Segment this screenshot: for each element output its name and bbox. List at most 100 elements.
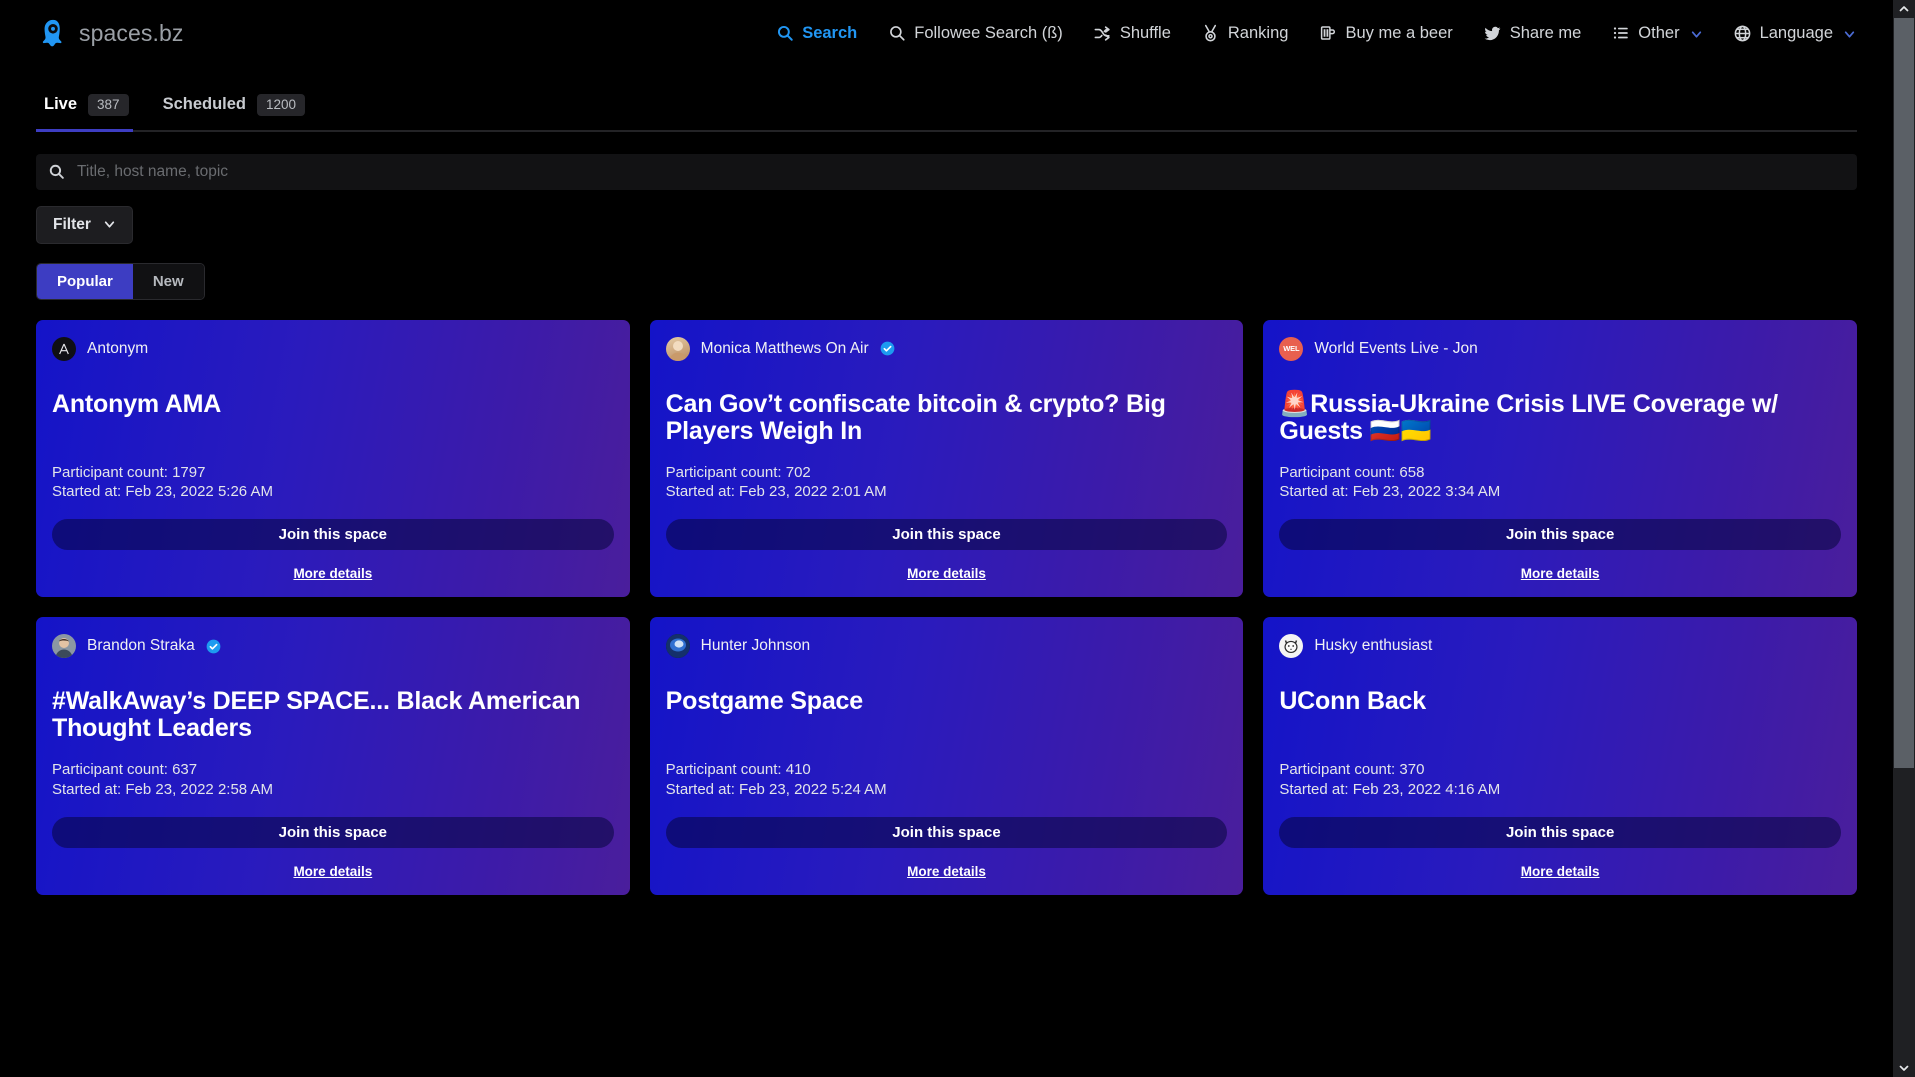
tab-live-count: 387 xyxy=(88,94,129,116)
nav-label-share-me: Share me xyxy=(1509,23,1582,42)
space-card[interactable]: Brandon Straka #WalkAway’s DEEP SPACE...… xyxy=(36,617,630,896)
more-details-link[interactable]: More details xyxy=(52,864,614,879)
avatar xyxy=(52,336,76,361)
filter-button[interactable]: Filter xyxy=(36,205,133,244)
card-title: Antonym AMA xyxy=(52,389,222,418)
page-content: spaces.bz Search Followee Search (ß) Shu… xyxy=(0,0,1893,1077)
card-host-name: Hunter Johnson xyxy=(700,637,811,655)
card-started-at: Started at: Feb 23, 2022 5:26 AM xyxy=(52,483,273,501)
shuffle-icon xyxy=(1093,24,1112,43)
card-started-at: Started at: Feb 23, 2022 3:34 AM xyxy=(1279,483,1501,501)
nav-item-share-me[interactable]: Share me xyxy=(1468,16,1597,51)
more-details-link[interactable]: More details xyxy=(666,566,1228,581)
medal-icon xyxy=(1201,24,1220,43)
more-details-link[interactable]: More details xyxy=(1279,864,1841,879)
avatar xyxy=(52,634,76,659)
avatar xyxy=(665,634,690,659)
card-meta: Participant count: 410 Started at: Feb 2… xyxy=(666,742,1228,800)
more-details-link[interactable]: More details xyxy=(52,566,614,581)
nav-label-followee-search: Followee Search (ß) xyxy=(914,23,1063,42)
card-participant-count: Participant count: 410 xyxy=(665,761,811,779)
join-this-space-button[interactable]: Join this space xyxy=(52,817,614,849)
tab-scheduled-count: 1200 xyxy=(257,94,306,116)
space-cards-grid: Antonym Antonym AMA Participant count: 1… xyxy=(36,319,1857,896)
join-this-space-button[interactable]: Join this space xyxy=(1279,817,1841,849)
card-host-row[interactable]: Monica Matthews On Air xyxy=(665,336,1228,361)
beer-mug-icon xyxy=(1318,24,1337,43)
sort-option-new[interactable]: New xyxy=(132,263,204,299)
globe-icon xyxy=(1733,24,1752,43)
nav-item-language[interactable]: Language xyxy=(1718,16,1871,51)
card-host-row[interactable]: WEL World Events Live - Jon xyxy=(1279,336,1841,361)
nav-item-followee-search[interactable]: Followee Search (ß) xyxy=(872,16,1078,51)
card-participant-count: Participant count: 1797 xyxy=(52,463,206,481)
nav-item-other[interactable]: Other xyxy=(1596,16,1717,51)
card-title: #WalkAway’s DEEP SPACE... Black American… xyxy=(52,687,581,743)
nav-item-ranking[interactable]: Ranking xyxy=(1186,16,1304,51)
tab-live-label: Live xyxy=(44,95,78,114)
sort-option-popular[interactable]: Popular xyxy=(37,263,133,299)
card-host-name: Antonym xyxy=(87,339,149,357)
search-row xyxy=(36,153,1857,190)
card-host-row[interactable]: Brandon Straka xyxy=(52,634,614,659)
filter-button-label: Filter xyxy=(53,215,91,233)
join-this-space-button[interactable]: Join this space xyxy=(665,817,1228,849)
avatar: WEL xyxy=(1279,336,1304,361)
card-title: Postgame Space xyxy=(665,687,863,716)
space-card[interactable]: Husky enthusiast UConn Back Participant … xyxy=(1263,617,1857,896)
space-card[interactable]: WEL World Events Live - Jon 🚨Russia-Ukra… xyxy=(1263,319,1857,598)
join-this-space-button[interactable]: Join this space xyxy=(665,519,1228,551)
search-icon xyxy=(775,24,794,43)
space-card[interactable]: Hunter Johnson Postgame Space Participan… xyxy=(649,617,1244,896)
card-title: Can Gov’t confiscate bitcoin & crypto? B… xyxy=(665,389,1166,445)
card-meta: Participant count: 702 Started at: Feb 2… xyxy=(666,445,1228,503)
chevron-down-icon xyxy=(1843,27,1856,40)
list-icon xyxy=(1611,24,1630,43)
join-this-space-button[interactable]: Join this space xyxy=(1279,519,1841,551)
top-navigation-bar: spaces.bz Search Followee Search (ß) Shu… xyxy=(0,0,1893,66)
chevron-down-icon xyxy=(103,218,116,231)
nav-items: Search Followee Search (ß) Shuffle Ranki… xyxy=(760,16,1871,51)
card-participant-count: Participant count: 702 xyxy=(665,463,811,481)
card-started-at: Started at: Feb 23, 2022 5:24 AM xyxy=(665,781,887,799)
card-meta: Participant count: 658 Started at: Feb 2… xyxy=(1279,445,1841,503)
tab-scheduled[interactable]: Scheduled 1200 xyxy=(155,90,331,130)
scroll-down-arrow-icon[interactable] xyxy=(1893,1059,1915,1077)
card-participant-count: Participant count: 637 xyxy=(52,761,198,779)
more-details-link[interactable]: More details xyxy=(1279,566,1841,581)
verified-badge-icon xyxy=(880,341,895,356)
chevron-down-icon xyxy=(1690,27,1703,40)
nav-label-search: Search xyxy=(802,23,858,42)
scroll-up-arrow-icon[interactable] xyxy=(1893,0,1915,18)
nav-item-search[interactable]: Search xyxy=(760,16,872,51)
card-host-row[interactable]: Husky enthusiast xyxy=(1279,634,1841,659)
scrollbar-thumb[interactable] xyxy=(1894,18,1914,768)
space-card[interactable]: Antonym Antonym AMA Participant count: 1… xyxy=(36,319,630,598)
sort-row: Popular New xyxy=(36,262,1857,300)
brand-name: spaces.bz xyxy=(79,19,184,46)
search-icon xyxy=(887,24,906,43)
nav-item-shuffle[interactable]: Shuffle xyxy=(1078,16,1186,51)
tab-live[interactable]: Live 387 xyxy=(36,90,155,132)
card-title: UConn Back xyxy=(1279,687,1426,716)
card-participant-count: Participant count: 370 xyxy=(1279,761,1425,779)
card-meta: Participant count: 637 Started at: Feb 2… xyxy=(52,742,614,800)
card-started-at: Started at: Feb 23, 2022 2:58 AM xyxy=(52,781,273,799)
brand-logo-link[interactable]: spaces.bz xyxy=(38,18,183,48)
nav-label-other: Other xyxy=(1638,23,1680,42)
search-box[interactable] xyxy=(36,153,1857,190)
vertical-scrollbar[interactable] xyxy=(1893,0,1915,1077)
more-details-link[interactable]: More details xyxy=(666,864,1228,879)
rocket-logo-icon xyxy=(38,18,68,48)
nav-label-ranking: Ranking xyxy=(1227,23,1289,42)
card-host-row[interactable]: Hunter Johnson xyxy=(665,634,1228,659)
join-this-space-button[interactable]: Join this space xyxy=(52,519,614,551)
card-host-row[interactable]: Antonym xyxy=(52,336,614,361)
twitter-bird-icon xyxy=(1483,24,1502,43)
space-card[interactable]: Monica Matthews On Air Can Gov’t confisc… xyxy=(649,319,1244,598)
nav-item-buy-me-a-beer[interactable]: Buy me a beer xyxy=(1303,16,1467,51)
card-participant-count: Participant count: 658 xyxy=(1279,463,1425,481)
scrollbar-track[interactable] xyxy=(1893,18,1915,1059)
nav-label-buy-me-a-beer: Buy me a beer xyxy=(1345,23,1453,42)
search-input[interactable] xyxy=(77,162,1845,181)
